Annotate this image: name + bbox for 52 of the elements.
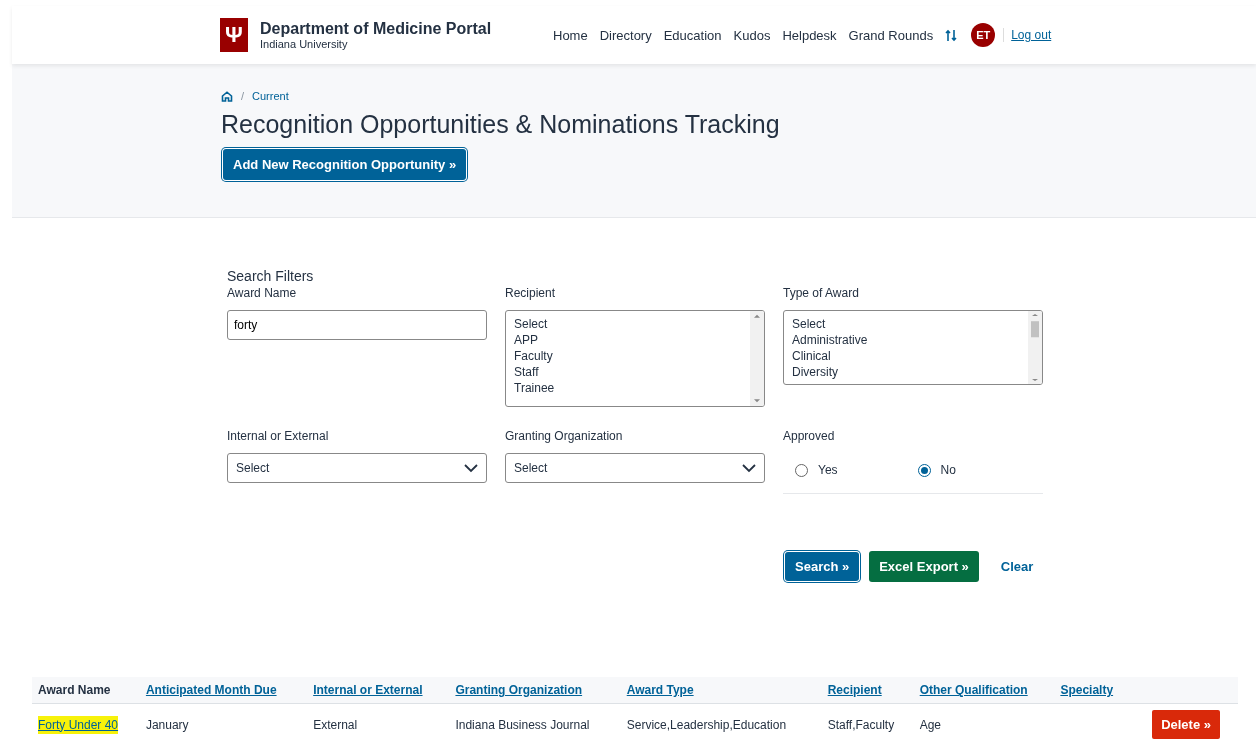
chevron-down-icon [464, 463, 478, 473]
breadcrumb-separator: / [241, 90, 245, 102]
nav-link[interactable]: Kudos [733, 27, 771, 43]
delete-button[interactable]: Delete » [1152, 710, 1220, 739]
nav-link[interactable]: Home [553, 27, 588, 43]
field-label: Type of Award [783, 286, 860, 300]
field-label: Recipient [505, 286, 557, 300]
page-title: Recognition Opportunities & Nominations Tracking [221, 110, 781, 139]
sort-arrows-icon[interactable] [945, 28, 958, 42]
table-cell: Age [913, 703, 1055, 743]
column-header[interactable]: Recipient [821, 677, 914, 704]
column-header[interactable]: Anticipated Month Due [139, 677, 308, 704]
user-avatar[interactable]: ET [971, 23, 996, 47]
portal-title: Department of Medicine Portal [260, 20, 493, 38]
field-label: Award Name [227, 286, 298, 300]
internal-external-dropdown[interactable]: Select [227, 453, 487, 483]
approved-radio[interactable]: No [917, 463, 956, 477]
table-cell: Service,Leadership,Education [620, 703, 822, 743]
nav-link[interactable]: Education [663, 27, 722, 43]
table-cell: External [307, 703, 450, 743]
column-header: Award Name [32, 677, 140, 704]
recipient-listbox[interactable]: Select APP Faculty Staff Trainee [505, 310, 765, 407]
award-link[interactable]: Forty Under 40 [38, 715, 119, 734]
field-label: Approved [783, 429, 836, 443]
portal-subtitle: Indiana University [260, 38, 349, 50]
column-header[interactable]: Specialty [1054, 677, 1131, 704]
award-name-field[interactable]: forty [227, 310, 487, 340]
field-label: Internal or External [227, 429, 330, 443]
chevron-down-icon [742, 463, 756, 473]
search-button[interactable]: Search » [785, 552, 860, 581]
filters-heading: Search Filters [227, 268, 315, 284]
home-icon[interactable] [221, 90, 233, 102]
university-logo[interactable]: Ψ [220, 18, 248, 52]
column-header[interactable]: Internal or External [307, 677, 450, 704]
approved-radio[interactable]: Yes [795, 463, 838, 477]
logout-link[interactable]: Log out [1003, 28, 1052, 42]
table-cell: January [139, 703, 308, 743]
table-cell: Indiana Business Journal [449, 703, 621, 743]
nav-link[interactable]: Helpdesk [782, 27, 837, 43]
field-label: Granting Organization [505, 429, 624, 443]
breadcrumb-link[interactable]: Current [252, 90, 289, 102]
excel-export-button[interactable]: Excel Export » [869, 551, 979, 582]
granting-organization-dropdown[interactable]: Select [505, 453, 765, 483]
column-header[interactable]: Granting Organization [449, 677, 621, 704]
award-type-listbox[interactable]: Select Administrative Clinical Diversity [783, 310, 1043, 385]
nav-link[interactable]: Directory [599, 27, 652, 43]
column-header[interactable]: Other Qualification [913, 677, 1055, 704]
nav-link[interactable]: Grand Rounds [848, 27, 934, 43]
column-header[interactable]: Award Type [620, 677, 822, 704]
add-opportunity-button[interactable]: Add New Recognition Opportunity » [223, 149, 467, 180]
table-cell: Staff,Faculty [821, 703, 914, 743]
clear-button[interactable]: Clear [988, 551, 1046, 582]
